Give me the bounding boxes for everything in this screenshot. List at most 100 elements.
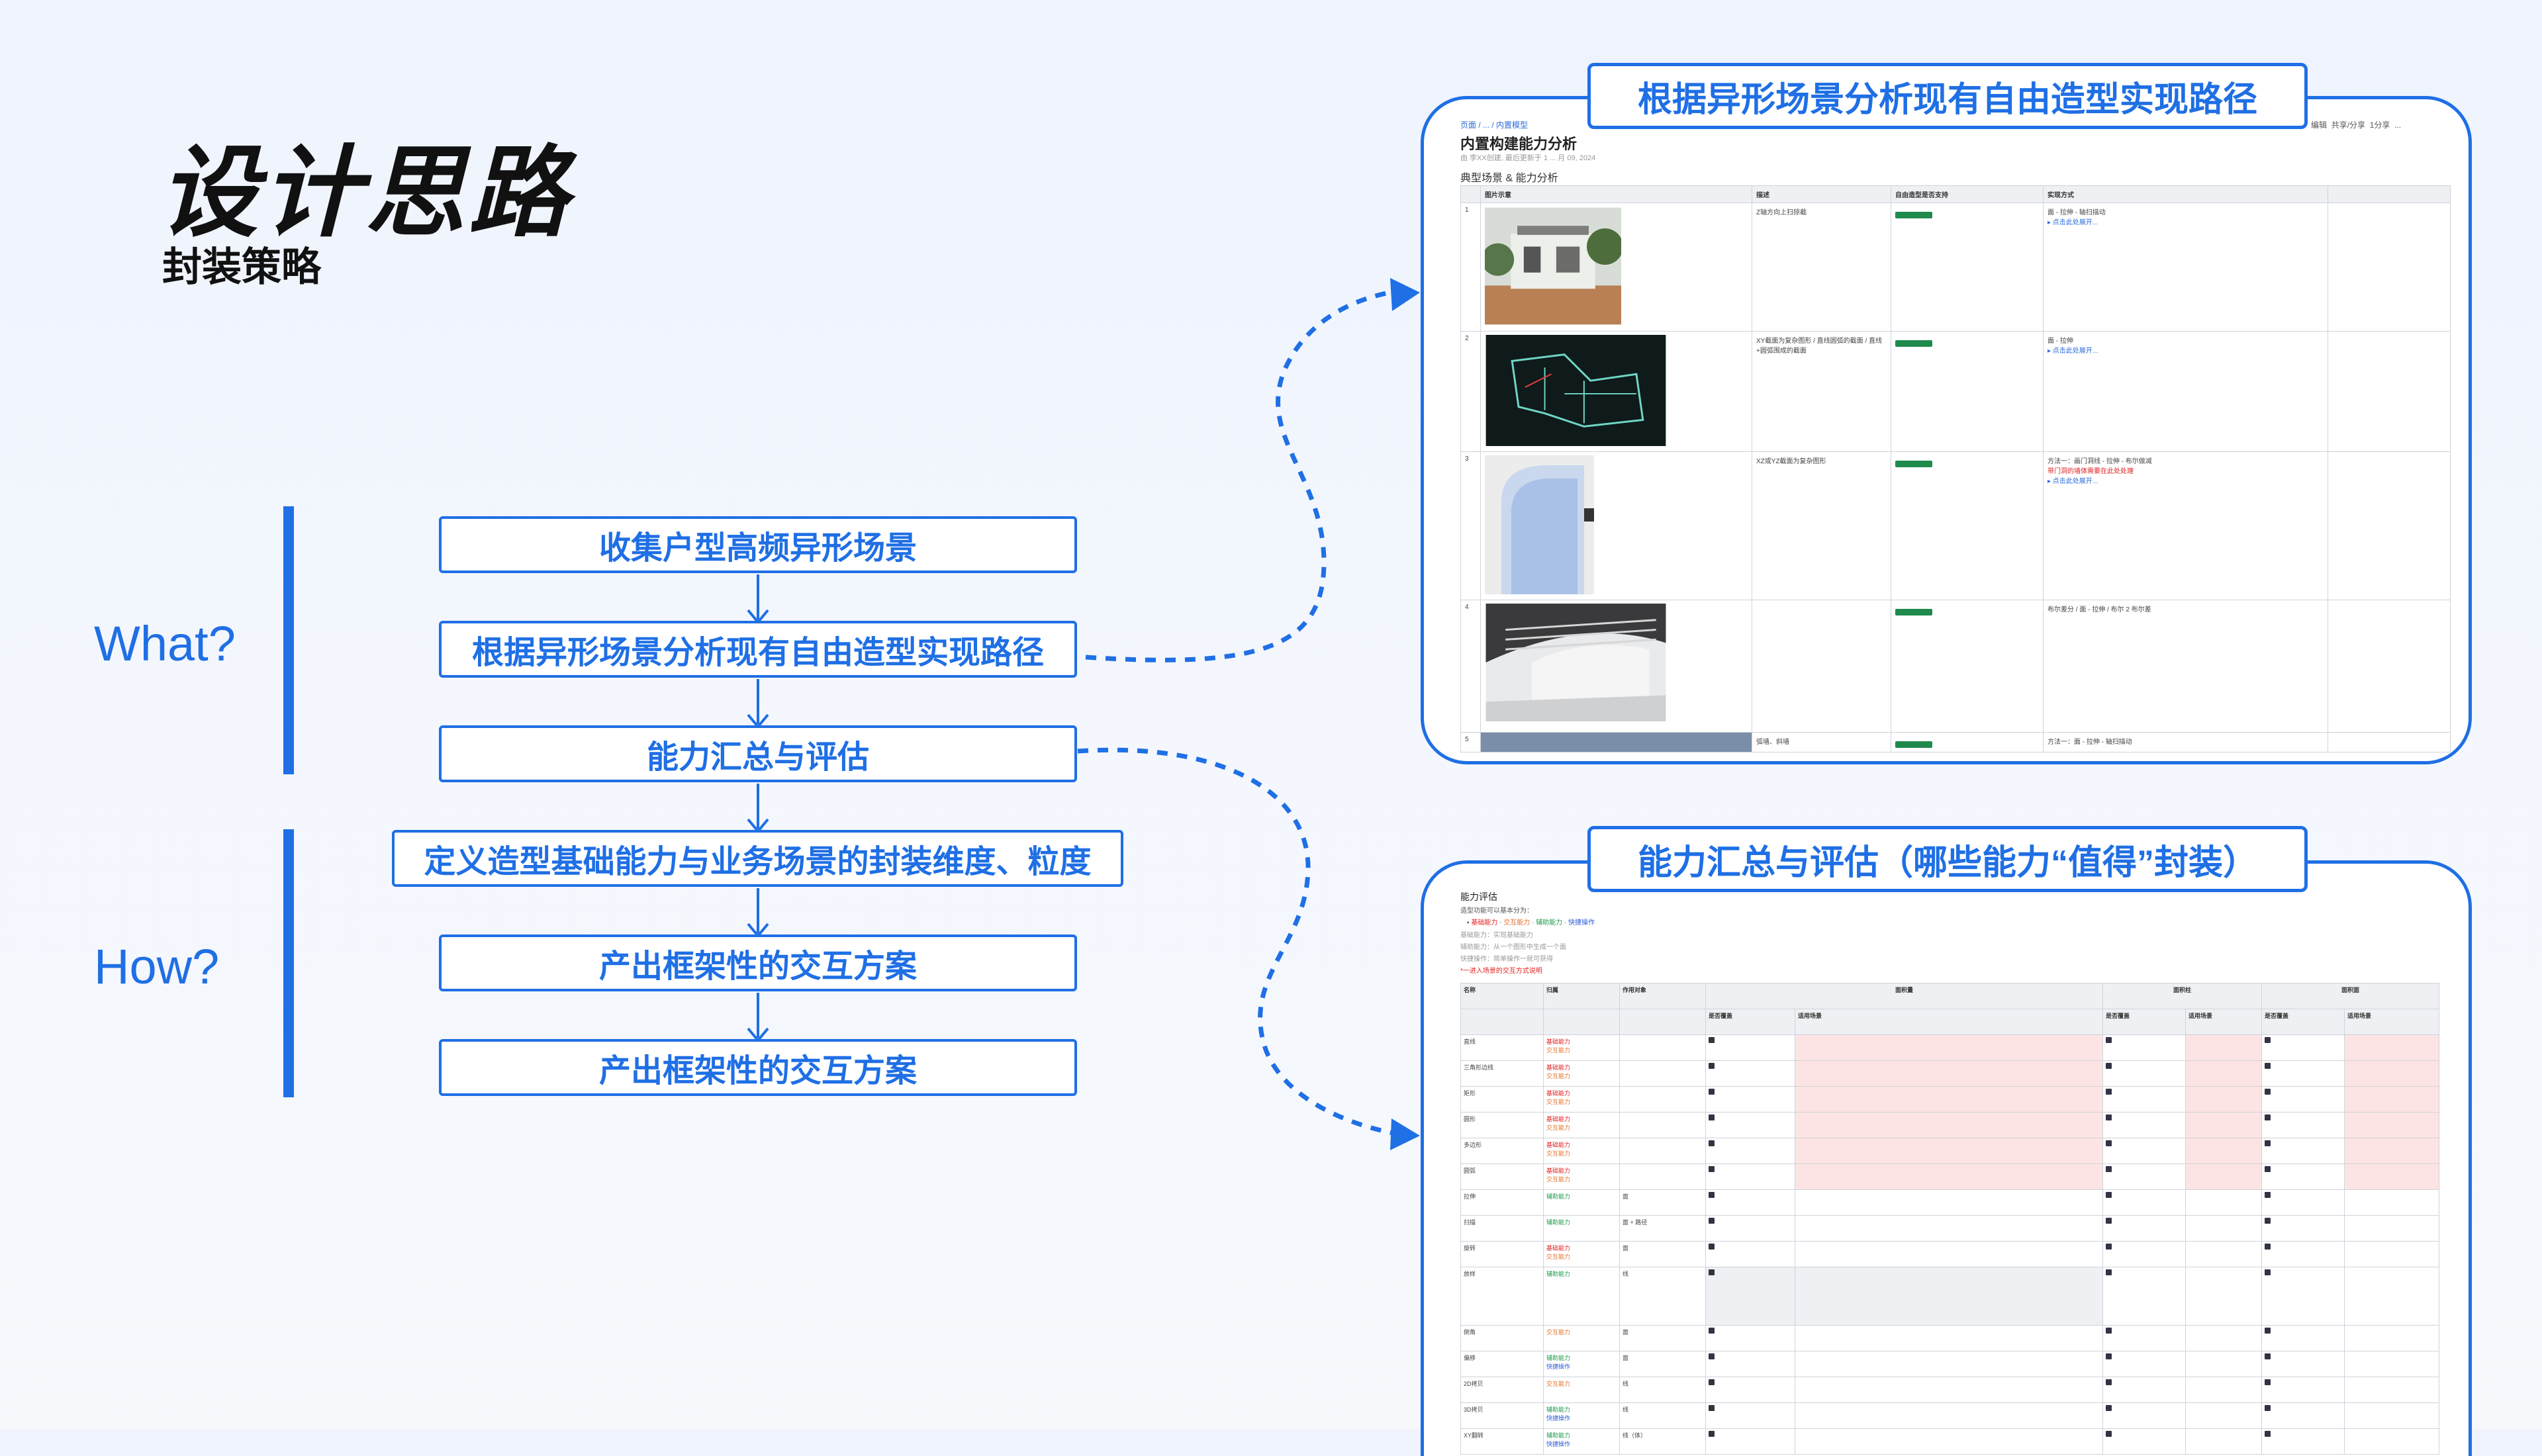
flow-step-collect: 收集户型高频异形场景 xyxy=(439,516,1077,573)
checkbox[interactable] xyxy=(2265,1405,2271,1411)
support-tag: 支持 xyxy=(1895,212,1932,218)
analysis-card: 页面 / ... / 内置模型 编辑 共享/分享 1分享 ... 内置构建能力分… xyxy=(1421,96,2472,764)
table-row: 1 Z轴方向上扫掠截 支持 面 - 拉伸 - 轴扫描动▸ 点击此处展开... xyxy=(1460,203,2451,332)
analysis-card-title: 根据异形场景分析现有自由造型实现路径 xyxy=(1587,63,2308,129)
checkbox[interactable] xyxy=(2265,1166,2271,1172)
checkbox[interactable] xyxy=(2265,1115,2271,1120)
col-header-desc: 描述 xyxy=(1752,185,1891,203)
eval-legend: ▪ 基础能力 · 交互能力 · 辅助能力 · 快捷操作 xyxy=(1467,919,1595,927)
checkbox[interactable] xyxy=(2106,1269,2112,1275)
table-header-row: 图片示意 描述 自由造型是否支持 实现方式 xyxy=(1460,185,2451,203)
table-row: 倒角 交互能力面 xyxy=(1460,1325,2440,1351)
dashed-link-top-head xyxy=(1390,278,1420,311)
checkbox[interactable] xyxy=(2265,1192,2271,1198)
support-tag: 支持 xyxy=(1895,609,1932,615)
checkbox[interactable] xyxy=(2265,1089,2271,1095)
checkbox[interactable] xyxy=(2106,1037,2112,1043)
checkbox[interactable] xyxy=(2265,1244,2271,1250)
table-row: 多边形 基础能力 交互能力 xyxy=(1460,1138,2440,1164)
table-row: 偏移 辅助能力 快捷操作面 xyxy=(1460,1351,2440,1377)
doc-toolbar[interactable]: 编辑 共享/分享 1分享 ... xyxy=(2311,119,2401,130)
checkbox[interactable] xyxy=(2106,1218,2112,1224)
doc-section-title: 典型场景 & 能力分析 xyxy=(1460,173,1558,184)
table-header-row: 名称 归属 作用对象 面积量 面积柱 面积面 xyxy=(1460,983,2440,1009)
checkbox[interactable] xyxy=(2265,1218,2271,1224)
house-photo xyxy=(1482,207,1623,325)
checkbox[interactable] xyxy=(2265,1379,2271,1385)
checkbox[interactable] xyxy=(2106,1089,2112,1095)
section-what-label: What? xyxy=(94,616,236,671)
checkbox[interactable] xyxy=(1709,1269,1715,1275)
col-header-image: 图片示意 xyxy=(1480,185,1752,203)
dashed-link-top xyxy=(1085,289,1397,662)
eval-heading: 能力评估 xyxy=(1460,891,1497,902)
support-tag: 支持 xyxy=(1895,461,1932,467)
flow-step-output-1: 产出框架性的交互方案 xyxy=(439,934,1077,991)
floorplan-image xyxy=(1485,335,1666,446)
table-row: 直线 基础能力 交互能力 xyxy=(1460,1034,2440,1061)
table-row: 三角形边线 基础能力 交互能力 xyxy=(1460,1060,2440,1087)
checkbox[interactable] xyxy=(2106,1328,2112,1334)
checkbox[interactable] xyxy=(2106,1405,2112,1411)
checkbox[interactable] xyxy=(1709,1089,1715,1095)
table-row: XY翻转 辅助能力 快捷操作 线（体） xyxy=(1460,1428,2440,1455)
checkbox[interactable] xyxy=(1709,1244,1715,1250)
checkbox[interactable] xyxy=(2106,1379,2112,1385)
support-tag: 支持 xyxy=(1895,340,1932,347)
checkbox[interactable] xyxy=(1709,1115,1715,1120)
section-how-bar xyxy=(283,829,294,1097)
checkbox[interactable] xyxy=(2106,1140,2112,1146)
checkbox[interactable] xyxy=(1709,1405,1715,1411)
doc-meta: 由 李XX创建, 最后更新于 1 ... 月 09, 2024 xyxy=(1460,154,1596,162)
col-header-support: 自由造型是否支持 xyxy=(1891,185,2044,203)
table-row: 2 XY截面为复杂图形 / 直线圆弧的截面 / 直线+圆弧围成的截面 支持 面 … xyxy=(1460,331,2451,452)
checkbox[interactable] xyxy=(2106,1166,2112,1172)
checkbox[interactable] xyxy=(2265,1063,2271,1069)
page-subtitle: 封装策略 xyxy=(162,245,321,289)
evaluation-card-title: 能力汇总与评估（哪些能力“值得”封装） xyxy=(1587,826,2308,892)
checkbox[interactable] xyxy=(2265,1328,2271,1334)
checkbox[interactable] xyxy=(1709,1379,1715,1385)
checkbox[interactable] xyxy=(2265,1140,2271,1146)
checkbox[interactable] xyxy=(2265,1269,2271,1275)
curved-ceiling-image xyxy=(1485,604,1666,721)
flow-step-evaluate: 能力汇总与评估 xyxy=(439,725,1077,782)
checkbox[interactable] xyxy=(1709,1353,1715,1359)
table-row: 放样 辅助能力线 xyxy=(1460,1267,2440,1326)
section-how-label: How? xyxy=(94,939,220,994)
checkbox[interactable] xyxy=(2265,1037,2271,1043)
dashed-link-bottom xyxy=(1077,747,1394,1136)
col-header-impl: 实现方式 xyxy=(2043,185,2328,203)
section-what-bar xyxy=(283,506,294,774)
checkbox[interactable] xyxy=(2106,1353,2112,1359)
table-row: 扫描 辅助能力面 + 路径 xyxy=(1460,1215,2440,1242)
checkbox[interactable] xyxy=(2106,1192,2112,1198)
checkbox[interactable] xyxy=(1709,1192,1715,1198)
table-row: 3 XZ或YZ截面为复杂图形 支持 方法一：画门洞线 - 拉伸 - 布尔做减带门… xyxy=(1460,451,2451,600)
flow-step-analyze: 根据异形场景分析现有自由造型实现路径 xyxy=(439,621,1077,678)
checkbox[interactable] xyxy=(2106,1063,2112,1069)
expand-link[interactable]: ▸ 点击此处展开... xyxy=(2048,216,2324,226)
checkbox[interactable] xyxy=(2106,1115,2112,1120)
flow-step-define: 定义造型基础能力与业务场景的封装维度、粒度 xyxy=(392,830,1123,887)
checkbox[interactable] xyxy=(1709,1328,1715,1334)
checkbox[interactable] xyxy=(1709,1218,1715,1224)
checkbox[interactable] xyxy=(1709,1140,1715,1146)
doc-breadcrumb[interactable]: 页面 / ... / 内置模型 xyxy=(1460,119,1528,130)
checkbox[interactable] xyxy=(1709,1063,1715,1069)
checkbox[interactable] xyxy=(1709,1431,1715,1437)
checkbox[interactable] xyxy=(2106,1431,2112,1437)
table-row: 圆形 基础能力 交互能力 xyxy=(1460,1112,2440,1138)
eval-intro: 造型功能可以基本分为： xyxy=(1460,907,1533,915)
table-row: 矩形 基础能力 交互能力 xyxy=(1460,1086,2440,1113)
expand-link[interactable]: ▸ 点击此处展开... xyxy=(2048,475,2324,485)
table-row: 2D拷贝 交互能力线 xyxy=(1460,1377,2440,1403)
checkbox[interactable] xyxy=(2265,1353,2271,1359)
checkbox[interactable] xyxy=(1709,1037,1715,1043)
expand-link[interactable]: ▸ 点击此处展开... xyxy=(2048,345,2324,355)
checkbox[interactable] xyxy=(2265,1431,2271,1437)
table-row: 圆弧 基础能力 交互能力 xyxy=(1460,1163,2440,1190)
checkbox[interactable] xyxy=(1709,1166,1715,1172)
checkbox[interactable] xyxy=(2106,1244,2112,1250)
doc-title: 内置构建能力分析 xyxy=(1460,136,1577,152)
